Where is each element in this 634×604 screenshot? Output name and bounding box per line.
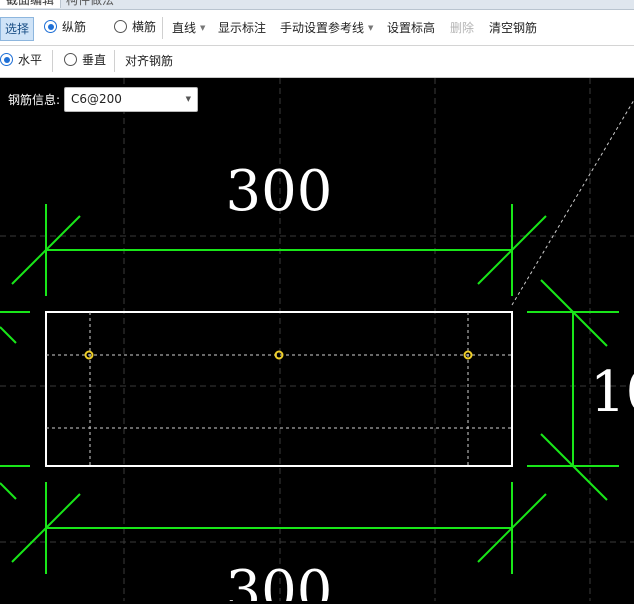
tab-strip: 截面编辑 构件做法	[0, 0, 634, 10]
transverse-rebar-option[interactable]: 横筋	[114, 17, 156, 37]
section-drawing: 300 300 10	[0, 78, 634, 604]
set-elevation-button[interactable]: 设置标高	[387, 18, 435, 38]
align-rebar-button[interactable]: 对齐钢筋	[125, 51, 173, 71]
dimension-lines	[0, 204, 619, 574]
diagonal-guide-line	[511, 99, 634, 306]
rebar-info-value: C6@200	[71, 92, 122, 106]
main-toolbar: 选择 纵筋 横筋 直线 ▼ 显示标注 手动设置参考线 ▼ 设置标高 删除 清空钢筋	[0, 10, 634, 46]
rebar-info-label: 钢筋信息:	[8, 93, 61, 107]
tick-mark	[0, 482, 17, 500]
toolbar-divider	[162, 17, 163, 39]
toolbar-divider	[114, 50, 115, 72]
drawing-canvas[interactable]: 300 300 10	[0, 78, 634, 604]
vertical-option[interactable]: 垂直	[64, 50, 106, 70]
dimension-text-bottom: 300	[226, 559, 333, 601]
vertical-label: 垂直	[82, 53, 107, 67]
radio-selected-icon[interactable]	[44, 20, 57, 33]
dimension-text-right: 10	[590, 360, 634, 425]
tab-component-method[interactable]: 构件做法	[60, 0, 120, 8]
chevron-down-icon: ▼	[200, 24, 206, 32]
line-label: 直线	[172, 21, 197, 35]
grid-lines	[0, 78, 634, 601]
clear-rebar-button[interactable]: 清空钢筋	[489, 18, 537, 38]
longitudinal-label: 纵筋	[62, 20, 87, 34]
chevron-down-icon: ▼	[185, 95, 191, 103]
line-dropdown[interactable]: 直线 ▼	[172, 18, 205, 38]
dimension-text-top: 300	[226, 159, 333, 224]
longitudinal-rebar-option[interactable]: 纵筋	[44, 17, 86, 37]
tick-mark	[0, 326, 17, 344]
chevron-down-icon: ▼	[368, 24, 374, 32]
show-annotation-button[interactable]: 显示标注	[218, 18, 266, 38]
horizontal-option[interactable]: 水平	[0, 50, 42, 70]
radio-unselected-icon[interactable]	[114, 20, 127, 33]
section-outline[interactable]	[45, 311, 513, 467]
tab-section-edit[interactable]: 截面编辑	[0, 0, 62, 8]
select-button[interactable]: 选择	[0, 17, 35, 41]
manual-reference-label: 手动设置参考线	[280, 21, 365, 35]
radio-selected-icon[interactable]	[0, 53, 13, 66]
radio-unselected-icon[interactable]	[64, 53, 77, 66]
horizontal-label: 水平	[18, 53, 43, 67]
transverse-label: 横筋	[132, 20, 157, 34]
delete-button[interactable]: 删除	[450, 18, 474, 38]
toolbar-divider	[52, 50, 53, 72]
rebar-info-select[interactable]: C6@200 ▼	[64, 87, 198, 112]
sub-toolbar: 水平 垂直 对齐钢筋	[0, 46, 634, 78]
manual-reference-dropdown[interactable]: 手动设置参考线 ▼	[280, 18, 373, 38]
rebar-reference-lines	[46, 312, 512, 466]
